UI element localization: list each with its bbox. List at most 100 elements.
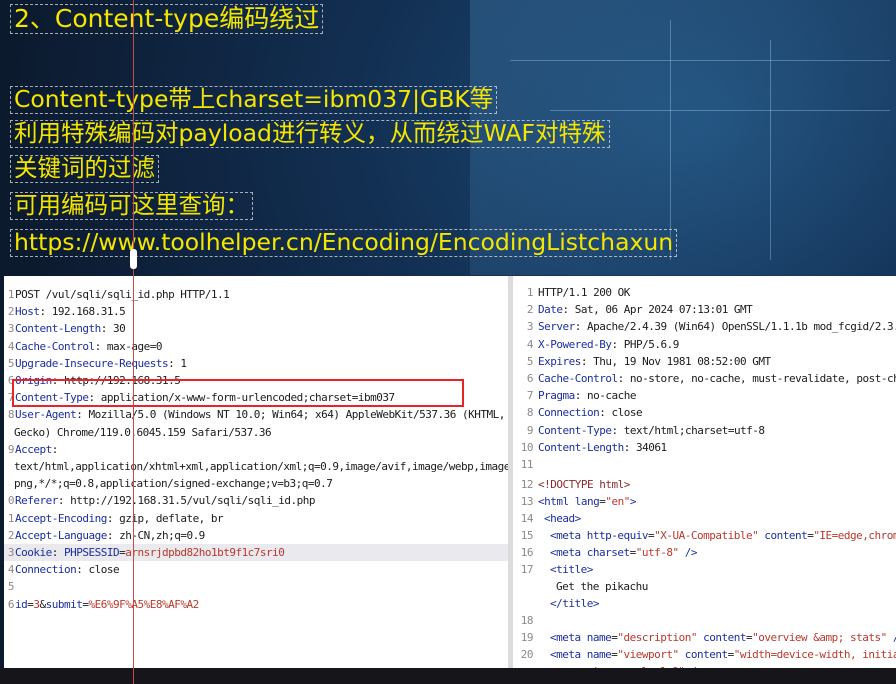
header-name: Cache-Control [15, 339, 95, 353]
html-tag: /> [678, 546, 698, 559]
line-number: 2 [7, 305, 15, 319]
slide-title: 2、Content-type编码绕过 [10, 4, 324, 34]
request-line: 1POST /vul/sqli/sqli_id.php HTTP/1.1 [4, 286, 508, 303]
slide-line-url[interactable]: https://www.toolhelper.cn/Encoding/Encod… [10, 229, 678, 257]
meta-tag: <meta [550, 546, 581, 559]
header-name: Pragma [538, 389, 575, 403]
line-number: 14 [520, 512, 534, 525]
line-number: 6 [7, 597, 15, 611]
title-tag: <title> [550, 563, 593, 576]
cookie-value: arnsrjdpbd82ho1bt9f1c7sri0 [125, 546, 285, 559]
guide-handle[interactable] [130, 249, 137, 269]
separator: : [623, 440, 636, 454]
header-value: 1 [180, 356, 187, 370]
request-line-text: POST /vul/sqli/sqli_id.php HTTP/1.1 [15, 288, 230, 301]
response-body-line: 15 <meta http-equiv="X-UA-Compatible" con… [513, 527, 896, 544]
attr-name: charset [586, 546, 630, 559]
request-line: 4Cache-Control: max-age=0 [4, 338, 508, 355]
separator: : [562, 303, 575, 317]
line-number: 20 [520, 648, 534, 661]
meta-tag: <meta [550, 648, 581, 661]
attr-name: name [586, 631, 612, 644]
request-line: Gecko) Chrome/119.0.6045.159 Safari/537.… [4, 424, 508, 441]
header-value: max-age=0 [106, 339, 163, 353]
attr-value: "overview &amp; stats" [752, 631, 887, 644]
header-name: Cookie [15, 546, 52, 559]
header-value: 34061 [635, 440, 667, 454]
line-number: 5 [7, 356, 15, 370]
response-body-line: 12 <!DOCTYPE html> [513, 476, 631, 493]
attr-name: http-equiv [586, 529, 649, 542]
line-number: 2 [7, 528, 15, 542]
line-number: 1 [7, 511, 15, 525]
separator: : [100, 322, 113, 336]
header-value: 192.168.31.5 [51, 305, 126, 319]
request-editor[interactable]: 1POST /vul/sqli/sqli_id.php HTTP/1.1 2Hos… [4, 276, 508, 668]
header-value: 30 [112, 322, 126, 336]
header-name: Accept-Language [15, 528, 107, 542]
attr-value: "utf-8" [635, 546, 679, 559]
request-line: 1Accept-Encoding: gzip, deflate, br [4, 510, 508, 527]
attr-value: "viewport" [617, 648, 679, 661]
header-value-continuation: text/html,application/xhtml+xml,applicat… [14, 460, 508, 473]
header-name: User-Agent [15, 408, 77, 422]
line-number: 0 [7, 494, 15, 508]
request-line: 2Host: 192.168.31.5 [4, 303, 508, 320]
separator: : [106, 528, 120, 542]
line-number: 4 [526, 337, 534, 351]
line-number: 4 [7, 563, 15, 577]
line-number: 8 [526, 406, 534, 420]
header-name: Accept-Encoding [15, 511, 107, 525]
request-line: 2Accept-Language: zh-CN,zh;q=0.9 [4, 527, 508, 544]
request-line: text/html,application/xhtml+xml,applicat… [4, 458, 508, 475]
header-name: X-Powered-By [538, 337, 612, 351]
request-line: 6id=3&submit=%E6%9F%A5%E8%AF%A2 [4, 596, 508, 613]
separator: : [599, 406, 612, 420]
separator: : [106, 511, 120, 525]
header-name: Upgrade-Insecure-Requests [15, 356, 169, 370]
response-viewer[interactable]: 1 HTTP/1.1 200 OK 2 Date: Sat, 06 Apr 2024 … [513, 276, 896, 668]
line-number: 12 [520, 478, 534, 491]
response-body-line: 16 <meta charset="utf-8" /> [513, 544, 698, 561]
header-value: Sat, 06 Apr 2024 07:13:01 GMT [574, 303, 753, 317]
header-name: Accept [15, 442, 52, 456]
header-value: Mozilla/5.0 (Windows NT 10.0; Win64; x64… [88, 408, 508, 422]
header-name: Referer [15, 494, 58, 508]
attr-name: content [684, 648, 728, 661]
body-param-name: submit [45, 597, 83, 611]
response-header-line: 11 [513, 456, 538, 473]
line-number: 3 [526, 320, 534, 334]
header-name: Expires [538, 354, 581, 368]
header-name: Content-Length [15, 322, 101, 336]
response-header-line: 4 X-Powered-By: PHP/5.6.9 [513, 336, 679, 353]
line-number: 11 [520, 458, 534, 471]
line-number: 13 [520, 495, 534, 508]
separator: : [39, 305, 52, 319]
separator: : [611, 337, 624, 351]
attr-value: "X-UA-Compatible" [654, 529, 759, 542]
title-text: Get the pikachu [556, 580, 648, 593]
line-number: 7 [526, 389, 534, 403]
cookie-name: PHPSESSID [64, 546, 120, 559]
status-line: HTTP/1.1 200 OK [538, 286, 630, 299]
request-line: 5 [4, 578, 508, 595]
line-number: 5 [526, 354, 534, 368]
header-value: close [88, 563, 120, 577]
separator: : [611, 423, 624, 437]
header-value-continuation: Gecko) Chrome/119.0.6045.159 Safari/537.… [14, 425, 272, 439]
separator: : [51, 442, 59, 456]
request-line: 4Connection: close [4, 561, 508, 578]
body-param-name: id [15, 597, 28, 611]
response-header-line: 8 Connection: close [513, 404, 643, 421]
head-tag: <head> [544, 512, 581, 525]
response-header-line: 9 Content-Type: text/html;charset=utf-8 [513, 422, 765, 439]
header-value: close [611, 406, 643, 420]
line-number: 16 [520, 546, 534, 559]
slide-line-keywords: 关键词的过滤 [10, 155, 159, 183]
line-number: 10 [520, 440, 534, 454]
header-value: no-store, no-cache, must-revalidate, pos… [629, 372, 896, 385]
header-name: Date [538, 303, 563, 317]
line-number: 1 [7, 288, 15, 301]
line-number: 15 [520, 529, 534, 542]
html-tag: > [629, 495, 637, 508]
